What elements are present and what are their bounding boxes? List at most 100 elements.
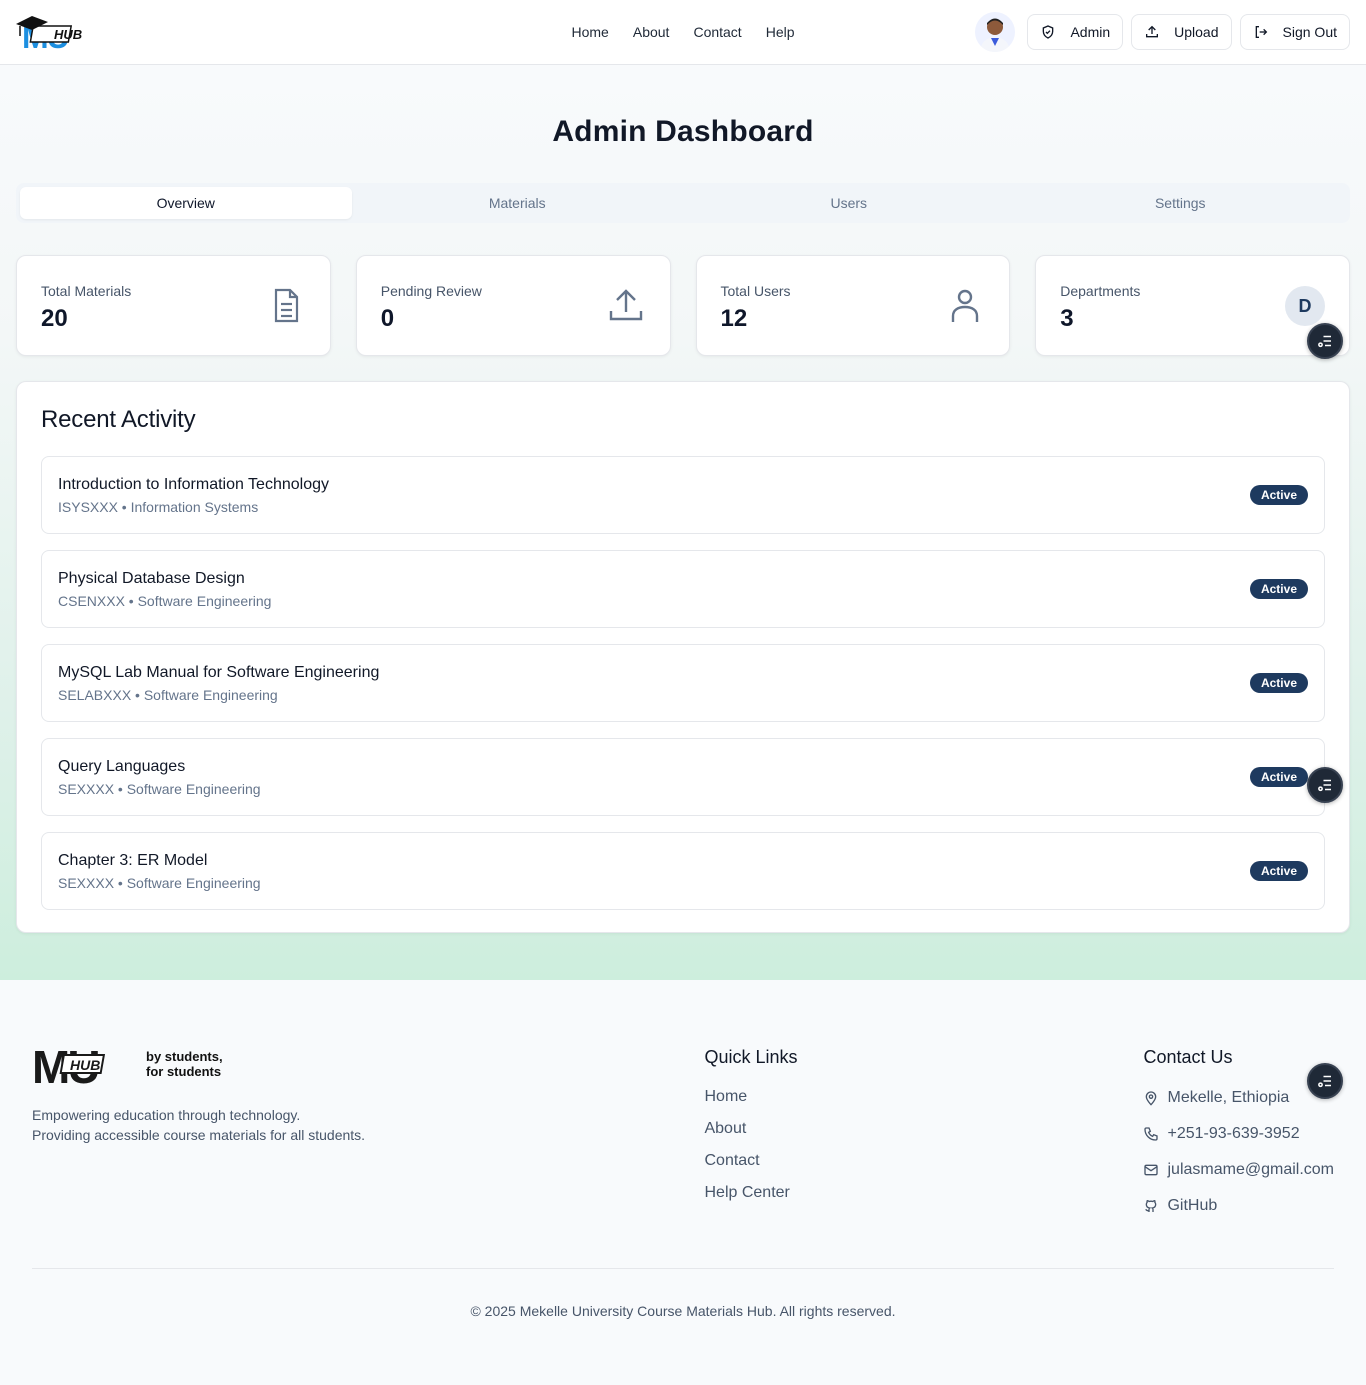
nav-contact[interactable]: Contact [693, 24, 741, 40]
upload-button[interactable]: Upload [1131, 14, 1232, 50]
status-badge: Active [1249, 673, 1308, 693]
top-header: MU HUB Home About Contact Help Admin Up [0, 0, 1366, 65]
svg-text:HUB: HUB [54, 27, 82, 42]
activity-item-title: MySQL Lab Manual for Software Engineerin… [58, 663, 380, 681]
floating-settings-button[interactable] [1307, 767, 1343, 803]
floating-settings-button[interactable] [1307, 323, 1343, 359]
stat-label: Total Users [720, 283, 791, 299]
brand-tagline: by students, [146, 1049, 223, 1064]
main-content: Admin Dashboard Overview Materials Users… [0, 65, 1366, 980]
toggle-list-icon [1318, 779, 1331, 792]
contact-github-text: GitHub [1167, 1197, 1218, 1214]
contact-github[interactable]: GitHub [1143, 1196, 1334, 1216]
activity-item-subtitle: ISYSXXX • Information Systems [58, 498, 259, 515]
recent-activity-card: Recent Activity Introduction to Informat… [16, 381, 1350, 933]
dashboard-tabs: Overview Materials Users Settings [16, 183, 1350, 223]
stat-label: Total Materials [41, 283, 132, 299]
sign-out-button[interactable]: Sign Out [1239, 14, 1350, 50]
footer-link-about[interactable]: About [704, 1120, 1143, 1140]
department-badge: D [1285, 286, 1325, 326]
brand-tagline: for students [146, 1064, 222, 1079]
contact-email-text: julasmame@gmail.com [1167, 1161, 1334, 1178]
copyright: © 2025 Mekelle University Course Materia… [470, 1303, 896, 1319]
contact-heading: Contact Us [1143, 1047, 1233, 1067]
tab-materials[interactable]: Materials [352, 187, 684, 219]
contact-phone-text: +251-93-639-3952 [1167, 1125, 1300, 1142]
stat-card-total-materials: Total Materials 20 [16, 255, 331, 356]
stat-card-pending-review: Pending Review 0 [355, 255, 671, 356]
stat-value: 12 [720, 305, 748, 332]
toggle-list-icon [1318, 335, 1331, 348]
page-title: Admin Dashboard [552, 115, 814, 148]
recent-activity-title: Recent Activity [41, 406, 196, 433]
nav-about[interactable]: About [633, 24, 670, 40]
user-avatar[interactable] [975, 12, 1016, 52]
activity-item[interactable]: Introduction to Information Technology I… [41, 456, 1325, 534]
stats-row: Total Materials 20 Pending Review 0 Tota… [16, 255, 1350, 356]
stat-label: Pending Review [380, 283, 482, 299]
footer-logo[interactable]: MU HUB by students, for students [32, 1043, 704, 1085]
shield-icon [1043, 25, 1054, 39]
tab-overview[interactable]: Overview [20, 187, 352, 219]
quick-links: Quick Links Home About Contact Help Cent… [704, 1043, 1143, 1268]
footer-link-help-center[interactable]: Help Center [704, 1184, 1143, 1204]
stat-value: 0 [380, 305, 395, 332]
floating-settings-button[interactable] [1307, 1063, 1343, 1099]
document-icon [266, 286, 306, 326]
status-badge: Active [1249, 767, 1308, 787]
site-logo[interactable]: MU HUB [16, 10, 106, 54]
status-badge: Active [1249, 861, 1308, 881]
stat-value: 20 [41, 305, 68, 332]
activity-item[interactable]: Physical Database Design CSENXXX • Softw… [41, 550, 1325, 628]
activity-item-title: Query Languages [58, 757, 186, 775]
activity-item-title: Chapter 3: ER Model [58, 851, 208, 869]
contact-email[interactable]: julasmame@gmail.com [1143, 1160, 1334, 1180]
activity-item[interactable]: Chapter 3: ER Model SEXXXX • Software En… [41, 832, 1325, 910]
toggle-list-icon [1318, 1075, 1331, 1088]
contact-phone[interactable]: +251-93-639-3952 [1143, 1124, 1334, 1144]
upload-icon [1146, 25, 1159, 38]
footer-link-home[interactable]: Home [704, 1088, 1143, 1108]
stat-card-total-users: Total Users 12 [695, 255, 1011, 356]
map-pin-icon [1146, 1091, 1157, 1106]
stat-card-departments: Departments 3 D [1035, 255, 1350, 356]
main-nav: Home About Contact Help [572, 24, 795, 40]
footer-description-line: Providing accessible course materials fo… [32, 1127, 366, 1143]
activity-item[interactable]: Query Languages SEXXXX • Software Engine… [41, 738, 1325, 816]
activity-item-subtitle: SELABXXX • Software Engineering [58, 686, 278, 703]
tab-users[interactable]: Users [683, 187, 1015, 219]
activity-item-subtitle: CSENXXX • Software Engineering [58, 592, 272, 609]
github-icon [1145, 1199, 1157, 1212]
contact-location: Mekelle, Ethiopia [1143, 1088, 1334, 1108]
activity-item-subtitle: SEXXXX • Software Engineering [58, 874, 261, 891]
status-badge: Active [1249, 579, 1308, 599]
header-actions: Admin Upload Sign Out [975, 12, 1350, 52]
activity-item-title: Introduction to Information Technology [58, 475, 329, 493]
stat-value: 3 [1060, 305, 1074, 332]
activity-item[interactable]: MySQL Lab Manual for Software Engineerin… [41, 644, 1325, 722]
nav-home[interactable]: Home [572, 24, 609, 40]
nav-help[interactable]: Help [766, 24, 795, 40]
stat-label: Departments [1060, 283, 1141, 299]
site-footer: MU HUB by students, for students Empower… [0, 980, 1366, 1385]
footer-link-contact[interactable]: Contact [704, 1152, 1143, 1172]
sign-out-button-label: Sign Out [1282, 24, 1337, 40]
footer-description: Empowering education through technology.… [32, 1105, 704, 1145]
svg-text:HUB: HUB [70, 1057, 100, 1073]
admin-button[interactable]: Admin [1027, 14, 1124, 50]
phone-icon [1144, 1127, 1159, 1141]
footer-description-line: Empowering education through technology. [32, 1107, 301, 1123]
activity-item-subtitle: SEXXXX • Software Engineering [58, 780, 261, 797]
status-badge: Active [1249, 485, 1308, 505]
footer-brand: MU HUB by students, for students Empower… [32, 1043, 704, 1268]
contact-us: Contact Us Mekelle, Ethiopia +251-93-639… [1143, 1043, 1334, 1268]
contact-location-text: Mekelle, Ethiopia [1167, 1089, 1290, 1106]
tab-settings[interactable]: Settings [1015, 187, 1347, 219]
activity-item-title: Physical Database Design [58, 569, 245, 587]
sign-out-icon [1255, 26, 1267, 38]
upload-button-label: Upload [1174, 24, 1219, 40]
admin-button-label: Admin [1070, 24, 1111, 40]
quick-links-heading: Quick Links [704, 1047, 798, 1067]
user-icon [945, 286, 985, 326]
mail-icon [1144, 1164, 1159, 1176]
